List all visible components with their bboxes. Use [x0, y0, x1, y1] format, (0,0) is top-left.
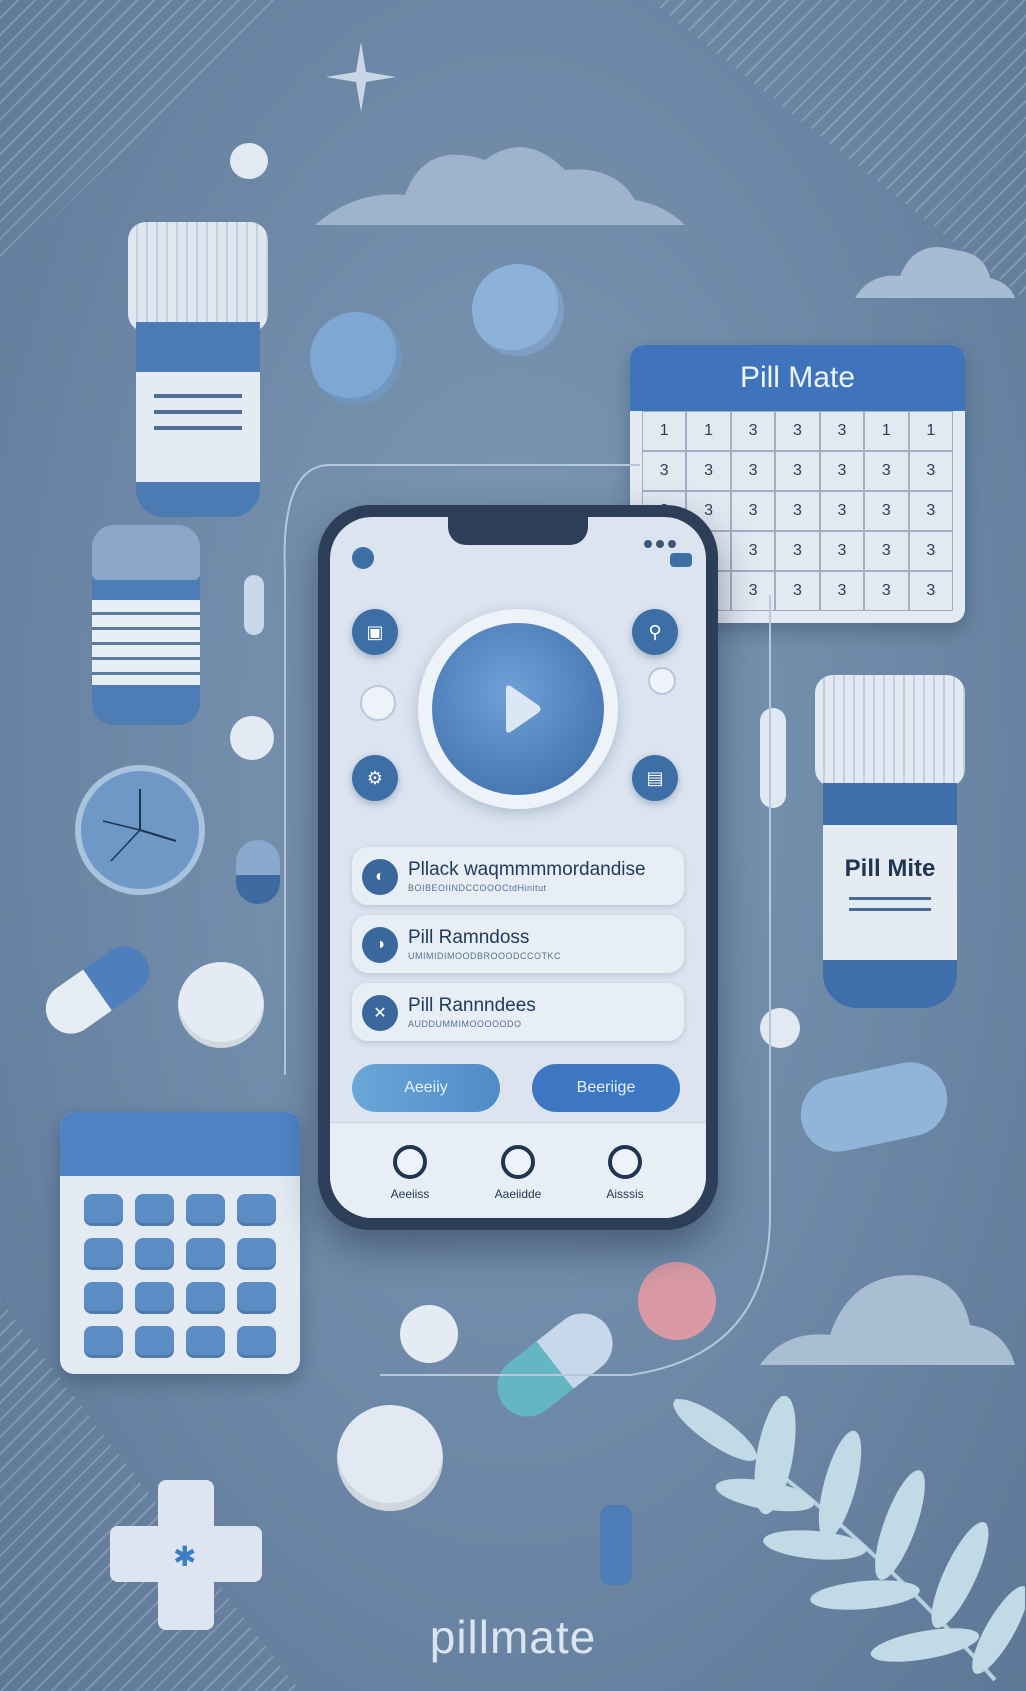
back-button[interactable] [352, 547, 374, 569]
calendar-day: 3 [908, 571, 953, 611]
calendar-key [237, 1282, 276, 1314]
calendar-key [135, 1194, 174, 1226]
small-icon-right[interactable] [648, 667, 676, 695]
phone-notch [448, 517, 588, 545]
pill-bottle-top-left [128, 222, 268, 522]
list-item[interactable]: ✕ Pill Rannndees AUDDUMMIMOOOOODO [352, 983, 684, 1041]
calendar-key [186, 1326, 225, 1358]
pill-capsule [36, 936, 159, 1044]
sparkle-icon [326, 42, 396, 112]
calendar-key [135, 1326, 174, 1358]
row-title: Pllack waqmmmmordandise [408, 859, 646, 880]
calendar-bottom-left [60, 1112, 300, 1374]
pill-tablet [230, 716, 274, 760]
list-item[interactable]: ◑ Pill Ramndoss UMIMIDIMOODBROOODCCOTKC [352, 915, 684, 973]
calendar-key [237, 1326, 276, 1358]
row-title: Pill Rannndees [408, 995, 536, 1016]
calendar-key [84, 1238, 123, 1270]
calendar-day: 3 [730, 411, 776, 451]
calendar-title: Pill Mate [739, 361, 856, 394]
calendar-key [186, 1194, 225, 1226]
settings-icon [608, 1145, 642, 1179]
calendar-day: 3 [819, 451, 865, 491]
pill-box-button[interactable]: ▣ [352, 609, 398, 655]
calendar-day: 3 [864, 531, 909, 571]
pill-tablet [310, 312, 402, 404]
calendar-day: 3 [819, 491, 865, 531]
calendar-key [135, 1282, 174, 1314]
row-subtitle: UMIMIDIMOODBROOODCCOTKC [408, 951, 561, 961]
calendar-day: 3 [819, 411, 865, 451]
list-item[interactable]: ◐ Pllack waqmmmmordandise BOIBEOIINDCCOO… [352, 847, 684, 905]
report-button[interactable]: ▤ [632, 755, 678, 801]
pill-box-icon [501, 1145, 535, 1179]
schedule-button[interactable]: ⚲ [632, 609, 678, 655]
settings-button[interactable]: ⚙ [352, 755, 398, 801]
clock-icon [75, 765, 205, 895]
pill-tablet [230, 143, 268, 179]
row-subtitle: AUDDUMMIMOOOOODO [408, 1019, 522, 1029]
brand-logo: pillmate [429, 1611, 597, 1663]
calendar-day: 3 [908, 531, 953, 571]
calendar-icon [393, 1145, 427, 1179]
calendar-key [84, 1326, 123, 1358]
reminder-dial[interactable] [418, 609, 618, 809]
nav-label: Aeeiiss [390, 1187, 430, 1201]
right-action-button[interactable]: Beeriige [532, 1064, 680, 1112]
calendar-day: 1 [686, 411, 731, 451]
pill-tablet [337, 1405, 443, 1511]
row-title: Pill Ramndoss [408, 927, 530, 948]
calendar-day: 3 [908, 491, 953, 531]
medical-cross-icon: ✱ [110, 1480, 262, 1630]
calendar-key [84, 1282, 123, 1314]
nav-item-3[interactable]: Aisssis [580, 1145, 670, 1201]
nav-label: Aaeiidde [494, 1187, 542, 1201]
calendar-day: 3 [908, 451, 953, 491]
cloud-icon-right [855, 247, 1015, 298]
battery-icon [670, 553, 692, 567]
pill-bottle-right: Pill Mite [815, 675, 965, 1010]
pill-icon: ✕ [362, 995, 398, 1031]
pill-icon: ◑ [362, 927, 398, 963]
bottle-label: Pill Mite [844, 855, 936, 882]
phone-screen: ▣ ⚲ ⚙ ▤ ◐ Pllack waqmmmmordandise BOIBEO… [330, 517, 706, 1218]
nav-item-1[interactable]: Aeeiiss [365, 1145, 455, 1201]
row-subtitle: BOIBEOIINDCCOOOCtdHinitut [408, 883, 547, 893]
pill-tablet [236, 840, 280, 904]
calendar-key [237, 1194, 276, 1226]
pill-tablet [178, 962, 264, 1048]
left-action-button[interactable]: Aeeiiy [352, 1064, 500, 1112]
calendar-day: 3 [864, 571, 909, 611]
status-indicators [640, 535, 676, 553]
cloud-icon-bottom [760, 1275, 1015, 1365]
pill-bottle-left [92, 525, 200, 730]
pill-bottle-small [600, 1505, 632, 1585]
calendar-day: 1 [908, 411, 953, 451]
pill-capsule [793, 1055, 955, 1159]
nav-item-2[interactable]: Aaeiidde [473, 1145, 563, 1201]
pill-capsule [244, 575, 264, 635]
nav-label: Aisssis [606, 1187, 644, 1201]
reminder-icon: ◐ [362, 859, 398, 895]
pill-tablet [472, 264, 564, 356]
calendar-day: 1 [864, 411, 909, 451]
cloud-icon-top [315, 147, 685, 225]
small-icon-left[interactable] [360, 685, 396, 721]
calendar-key [84, 1194, 123, 1226]
calendar-day: 1 [642, 411, 687, 451]
calendar-day: 3 [819, 571, 865, 611]
calendar-key [135, 1238, 174, 1270]
calendar-key [186, 1238, 225, 1270]
calendar-day: 3 [864, 491, 909, 531]
calendar-key [237, 1238, 276, 1270]
calendar-key [186, 1282, 225, 1314]
calendar-day: 3 [819, 531, 865, 571]
phone-mockup: ▣ ⚲ ⚙ ▤ ◐ Pllack waqmmmmordandise BOIBEO… [318, 505, 718, 1230]
calendar-day: 3 [864, 451, 909, 491]
calendar-day: 3 [775, 411, 820, 451]
play-icon [506, 685, 541, 733]
